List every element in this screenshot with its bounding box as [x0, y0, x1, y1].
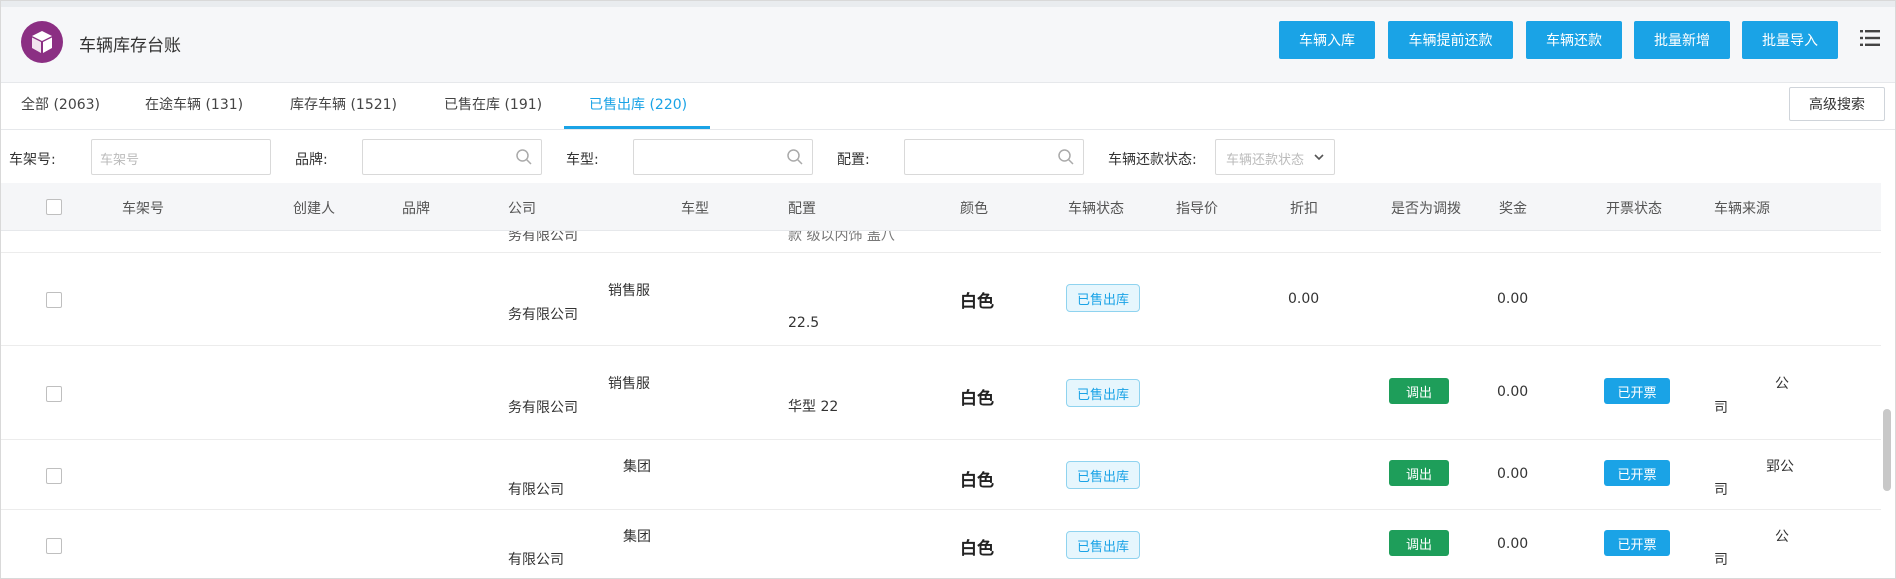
early-repayment-button[interactable]: 车辆提前还款	[1388, 21, 1513, 59]
config-cell: 华型 22	[788, 399, 839, 415]
company-line-2: 务有限公司	[508, 307, 578, 323]
status-tabs: 全部 (2063) 在途车辆 (131) 库存车辆 (1521) 已售在库 (1…	[1, 84, 1895, 130]
company-line-2: 务有限公司	[508, 400, 578, 416]
col-guide-price[interactable]: 指导价	[1176, 198, 1218, 218]
row-checkbox[interactable]	[46, 538, 62, 554]
tab-all[interactable]: 全部 (2063)	[21, 94, 100, 114]
invoiced-badge: 已开票	[1604, 378, 1670, 404]
company-line-1: 集团	[623, 529, 651, 545]
model-filter-label: 车型:	[566, 152, 599, 168]
col-vehicle-source[interactable]: 车辆来源	[1714, 198, 1770, 218]
model-input[interactable]	[633, 139, 813, 175]
table-row[interactable]: 销售服 务有限公司 22.5 白色 已售出库 0.00 0.00	[1, 253, 1881, 346]
col-color[interactable]: 颜色	[960, 198, 988, 218]
vertical-scrollbar[interactable]	[1883, 409, 1891, 491]
col-company[interactable]: 公司	[508, 198, 536, 218]
page-header: 车辆库存台账 车辆入库 车辆提前还款 车辆还款 批量新增 批量导入	[1, 7, 1895, 83]
table-row[interactable]: 集团 有限公司 白色 已售出库 调出 0.00 已开票 公 司	[1, 510, 1881, 578]
col-vehicle-status[interactable]: 车辆状态	[1068, 198, 1124, 218]
company-line-2: 有限公司	[508, 552, 564, 568]
config-filter-label: 配置:	[837, 152, 870, 168]
status-badge: 已售出库	[1066, 531, 1141, 559]
transfer-out-badge: 调出	[1389, 378, 1449, 404]
col-vin[interactable]: 车架号	[122, 198, 164, 218]
repay-status-select[interactable]: 车辆还款状态	[1215, 139, 1335, 175]
bonus-cell: 0.00	[1497, 384, 1529, 400]
col-config[interactable]: 配置	[788, 198, 816, 218]
table-header: 车架号 创建人 品牌 公司 车型 配置 颜色 车辆状态 指导价 折扣 是否为调拨…	[1, 183, 1881, 231]
vehicle-stock-in-button[interactable]: 车辆入库	[1279, 21, 1375, 59]
table-row[interactable]: 销售服 务有限公司 华型 22 白色 已售出库 调出 0.00 已开票 公 司	[1, 346, 1881, 440]
color-cell: 白色	[960, 389, 994, 409]
row-checkbox[interactable]	[46, 386, 62, 402]
col-model[interactable]: 车型	[681, 198, 709, 218]
source-line-1: 公	[1775, 376, 1789, 392]
tab-in-transit[interactable]: 在途车辆 (131)	[145, 94, 243, 114]
source-line-1: 郢公	[1766, 459, 1794, 475]
status-badge: 已售出库	[1066, 461, 1141, 489]
vehicle-repayment-button[interactable]: 车辆还款	[1526, 21, 1622, 59]
tab-sold-out[interactable]: 已售出库 (220)	[589, 94, 687, 114]
search-icon	[786, 148, 804, 166]
app-window: 车辆库存台账 车辆入库 车辆提前还款 车辆还款 批量新增 批量导入 全部 (20…	[0, 0, 1896, 579]
invoiced-badge: 已开票	[1604, 530, 1670, 556]
chevron-down-icon	[1312, 150, 1326, 164]
source-line-2: 司	[1714, 552, 1728, 568]
col-discount[interactable]: 折扣	[1290, 198, 1318, 218]
batch-import-button[interactable]: 批量导入	[1742, 21, 1838, 59]
repay-status-placeholder: 车辆还款状态	[1226, 153, 1305, 168]
status-badge: 已售出库	[1066, 284, 1141, 312]
search-icon	[1057, 148, 1075, 166]
vin-input[interactable]: 车架号	[91, 139, 271, 175]
row-checkbox[interactable]	[46, 468, 62, 484]
active-tab-indicator	[564, 126, 710, 129]
table-row[interactable]: 集团 有限公司 白色 已售出库 调出 0.00 已开票 郢公 司	[1, 440, 1881, 510]
brand-filter-label: 品牌:	[295, 152, 328, 168]
config-input[interactable]	[904, 139, 1084, 175]
repay-status-filter-label: 车辆还款状态:	[1108, 152, 1197, 168]
bonus-cell: 0.00	[1497, 466, 1529, 482]
col-creator[interactable]: 创建人	[293, 198, 335, 218]
color-cell: 白色	[960, 471, 994, 491]
col-invoice-status[interactable]: 开票状态	[1606, 198, 1662, 218]
page-title: 车辆库存台账	[79, 36, 181, 56]
table-row[interactable]: 务有限公司 款 级以内饰 盖八	[1, 231, 1881, 253]
transfer-out-badge: 调出	[1389, 460, 1449, 486]
color-cell: 白色	[960, 539, 994, 559]
cube-logo-icon	[21, 21, 63, 63]
company-line-1: 销售服	[608, 283, 650, 299]
tab-sold-in-stock[interactable]: 已售在库 (191)	[444, 94, 542, 114]
tab-in-stock[interactable]: 库存车辆 (1521)	[290, 94, 397, 114]
source-line-1: 公	[1775, 529, 1789, 545]
config-cell: 款 级以内饰 盖八	[788, 231, 895, 244]
discount-cell: 0.00	[1288, 291, 1320, 307]
bonus-cell: 0.00	[1497, 536, 1529, 552]
search-icon	[515, 148, 533, 166]
col-brand[interactable]: 品牌	[402, 198, 430, 218]
list-menu-icon[interactable]	[1859, 27, 1881, 49]
source-line-2: 司	[1714, 482, 1728, 498]
company-line-1: 集团	[623, 459, 651, 475]
select-all-checkbox[interactable]	[46, 199, 62, 215]
company-cell: 务有限公司	[508, 231, 578, 244]
company-line-2: 有限公司	[508, 482, 564, 498]
vin-placeholder: 车架号	[100, 153, 140, 168]
row-checkbox[interactable]	[46, 292, 62, 308]
invoiced-badge: 已开票	[1604, 460, 1670, 486]
bonus-cell: 0.00	[1497, 291, 1529, 307]
transfer-out-badge: 调出	[1389, 530, 1449, 556]
advanced-search-button[interactable]: 高级搜索	[1789, 87, 1885, 121]
col-is-transfer[interactable]: 是否为调拨	[1391, 198, 1461, 218]
color-cell: 白色	[960, 292, 994, 312]
batch-add-button[interactable]: 批量新增	[1634, 21, 1730, 59]
brand-input[interactable]	[362, 139, 542, 175]
vin-filter-label: 车架号:	[9, 152, 56, 168]
config-cell: 22.5	[788, 315, 820, 331]
status-badge: 已售出库	[1066, 379, 1141, 407]
source-line-2: 司	[1714, 400, 1728, 416]
company-line-1: 销售服	[608, 376, 650, 392]
col-bonus[interactable]: 奖金	[1499, 198, 1527, 218]
